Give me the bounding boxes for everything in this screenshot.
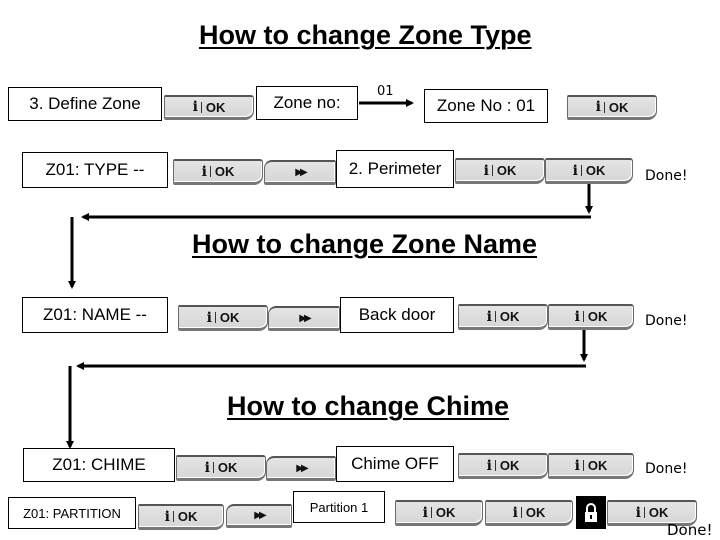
info-icon: i xyxy=(201,163,207,180)
ok-button[interactable]: i OK xyxy=(548,304,634,330)
fast-forward-icon: ▶▶ xyxy=(296,462,309,474)
info-icon: i xyxy=(595,99,601,115)
ok-button[interactable]: i OK xyxy=(548,453,634,479)
ok-button[interactable]: i OK xyxy=(567,95,657,120)
info-icon: i xyxy=(512,504,518,521)
info-icon: i xyxy=(486,457,492,474)
lock-icon xyxy=(585,502,597,522)
ok-button[interactable]: i OK xyxy=(455,158,545,184)
display-zone-name-value: Back door xyxy=(340,297,454,333)
next-button[interactable]: ▶▶ xyxy=(268,306,340,331)
next-button[interactable]: ▶▶ xyxy=(264,160,336,185)
ok-button[interactable]: i OK xyxy=(395,500,483,526)
display-chime: Z01: CHIME xyxy=(23,448,175,482)
title-chime: How to change Chime xyxy=(227,391,510,421)
done-label: Done! xyxy=(645,461,688,477)
display-zone-no-prompt: Zone no: xyxy=(256,86,358,120)
info-icon: i xyxy=(574,308,580,325)
lock-button[interactable] xyxy=(576,496,606,529)
display-partition-value: Partition 1 xyxy=(293,491,385,523)
display-define-zone: 3. Define Zone xyxy=(8,87,162,121)
info-icon: i xyxy=(204,459,210,476)
display-zone-name: Z01: NAME -- xyxy=(22,297,168,333)
fast-forward-icon: ▶▶ xyxy=(254,510,267,521)
title-zone-name: How to change Zone Name xyxy=(192,229,538,259)
next-button[interactable]: ▶▶ xyxy=(266,456,336,481)
next-button[interactable]: ▶▶ xyxy=(226,504,292,528)
ok-button[interactable]: i OK xyxy=(178,305,268,331)
ok-button[interactable]: i OK xyxy=(138,504,224,530)
done-label: Done! xyxy=(667,521,713,539)
ok-button[interactable]: i OK xyxy=(176,455,266,481)
info-icon: i xyxy=(206,309,212,326)
info-icon: i xyxy=(486,308,492,325)
info-icon: i xyxy=(422,504,428,521)
ok-button[interactable]: i OK xyxy=(164,95,254,120)
fast-forward-icon: ▶▶ xyxy=(299,312,312,324)
display-chime-value: Chime OFF xyxy=(336,446,454,482)
display-zone-no-value: Zone No : 01 xyxy=(424,89,548,123)
display-zone-type-value: 2. Perimeter xyxy=(336,150,454,188)
info-icon: i xyxy=(574,457,580,474)
display-partition: Z01: PARTITION xyxy=(8,497,136,529)
info-icon: i xyxy=(164,508,170,525)
ok-button[interactable]: i OK xyxy=(173,159,263,185)
done-label: Done! xyxy=(645,168,688,184)
info-icon: i xyxy=(192,99,198,115)
ok-button[interactable]: i OK xyxy=(458,453,548,479)
info-icon: i xyxy=(572,162,578,179)
info-icon: i xyxy=(635,504,641,521)
ok-button[interactable]: i OK xyxy=(458,304,548,330)
done-label: Done! xyxy=(645,313,688,329)
ok-button[interactable]: i OK xyxy=(545,158,633,184)
title-zone-type: How to change Zone Type xyxy=(199,20,532,50)
info-icon: i xyxy=(483,162,489,179)
display-zone-type: Z01: TYPE -- xyxy=(22,152,168,188)
arrow-label-zone-number: 01 xyxy=(377,84,394,99)
fast-forward-icon: ▶▶ xyxy=(295,166,308,178)
ok-button[interactable]: i OK xyxy=(485,500,573,526)
